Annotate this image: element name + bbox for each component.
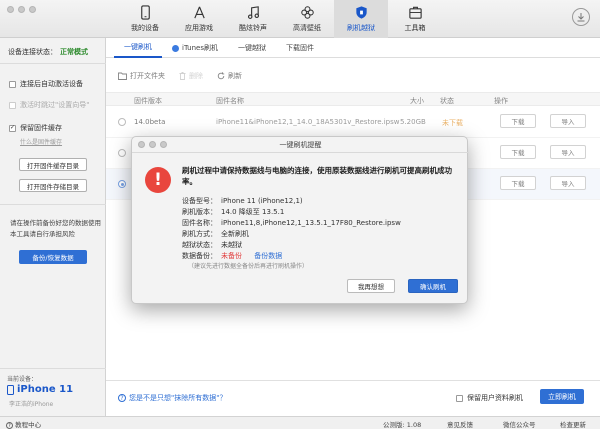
phone-icon [7,384,14,395]
open-cache-dir-button[interactable]: 打开固件缓存目录 [19,158,87,171]
dialog-window-controls [138,141,167,148]
bottom-bar: ? 您是不是只想"抹除所有数据"？ 保留用户资料刷机 立即刷机 [106,380,600,416]
cancel-button[interactable]: 我再想想 [347,279,395,293]
tab-one-click-jailbreak[interactable]: 一键越狱 [228,38,276,58]
close-window-button[interactable] [7,6,14,13]
status-bar: ? 教程中心 公测版: 1.08 意见反馈 微信公众号 检查更新 [0,416,600,429]
top-toolbar: 我的设备 应用游戏 酷炫铃声 高清壁纸 刷机越狱 工具箱 [0,0,600,38]
backup-data-link[interactable]: 备份数据 [254,252,282,260]
zoom-window-button[interactable] [29,6,36,13]
minimize-dialog-button[interactable] [149,141,156,148]
info-flash-mode: 刷机方式： 全新刷机 [182,230,249,238]
info-backup: 数据备份： 未备份 备份数据 [182,252,283,260]
divider [0,368,106,369]
option-auto-activate[interactable]: 连接后自动激活设备 [9,79,83,89]
version-label: 公测版: 1.08 [383,421,422,429]
toolbox-icon [408,6,422,19]
risk-tip: 请在操作前备份好您的数据使用本工具请自行承担风险 [10,219,101,238]
divider [0,63,106,64]
nav-apps[interactable]: 应用游戏 [172,0,226,38]
confirm-flash-button[interactable]: 确认刷机 [408,279,458,293]
nav-ringtones[interactable]: 酷炫铃声 [226,0,280,38]
phone-icon [140,5,150,20]
help-icon: ? [118,394,126,402]
download-icon [577,13,585,22]
close-dialog-button[interactable] [138,141,145,148]
shield-icon [355,6,367,19]
current-device-label: 当前设备： [7,376,38,383]
tab-itunes-flash[interactable]: iTunes刷机 [162,38,228,58]
sidebar: 设备连接状态： 正常模式 连接后自动激活设备 激活时跳过"设置向导" ✓ 保留固件… [0,38,106,416]
info-firmware-name: 固件名称： iPhone11,8,iPhone12,1_13.5.1_17F80_… [182,219,401,227]
nav-flash-jailbreak[interactable]: 刷机越狱 [334,0,388,38]
nav-wallpapers[interactable]: 高清壁纸 [280,0,334,38]
device-owner-name: 李正浩的iPhone [9,401,54,408]
itunes-icon [172,44,179,52]
erase-all-data-link[interactable]: ? 您是不是只想"抹除所有数据"？ [118,393,226,403]
main-nav: 我的设备 应用游戏 酷炫铃声 高清壁纸 刷机越狱 工具箱 [118,0,442,38]
alert-icon: ! [145,167,171,193]
dialog-title-bar: 一键刷机提醒 [132,137,469,153]
nav-toolbox[interactable]: 工具箱 [388,0,442,38]
flower-icon [300,6,314,19]
flash-now-button[interactable]: 立即刷机 [540,389,584,404]
backup-hint: （建议先进行数据全备份后再进行刷机操作） [188,263,309,270]
check-update-link[interactable]: 检查更新 [560,419,586,429]
nav-my-device[interactable]: 我的设备 [118,0,172,38]
checkbox-checked[interactable]: ✓ [9,124,16,132]
current-device: iPhone 11 [7,384,73,395]
flash-confirm-dialog: 一键刷机提醒 ! 刷机过程中请保持数据线与电脑的连接，使用原装数据线进行刷机可提… [131,136,469,304]
download-manager-button[interactable] [572,8,590,26]
checkbox[interactable] [9,80,16,88]
open-store-dir-button[interactable]: 打开固件存储目录 [19,179,87,192]
window-controls [7,6,36,13]
info-flash-version: 刷机版本： 14.0 降级至 13.5.1 [182,208,285,216]
checkbox[interactable] [456,394,463,402]
info-jailbreak: 越狱状态： 未越狱 [182,241,242,249]
music-note-icon [247,6,259,19]
connection-status-value: 正常模式 [60,48,88,56]
backup-restore-button[interactable]: 备份/恢复数据 [19,250,87,264]
cache-help-link[interactable]: 什么是固件缓存 [20,137,62,146]
info-device-model: 设备型号： iPhone 11 (iPhone12,1) [182,197,303,205]
tutorial-center-link[interactable]: ? 教程中心 [6,419,41,429]
option-skip-setup[interactable]: 激活时跳过"设置向导" [9,100,89,110]
divider [0,204,106,205]
connection-status: 设备连接状态： 正常模式 [8,48,88,56]
keep-user-data-option[interactable]: 保留用户资料刷机 [456,393,523,403]
feedback-link[interactable]: 意见反馈 [447,419,473,429]
tab-one-click-flash[interactable]: 一键刷机 [114,38,162,58]
backup-status: 未备份 [221,252,242,260]
checkbox[interactable] [9,101,16,109]
minimize-window-button[interactable] [18,6,25,13]
zoom-dialog-button[interactable] [160,141,167,148]
app-store-icon [193,6,205,19]
wechat-link[interactable]: 微信公众号 [503,419,536,429]
tab-download-firmware[interactable]: 下载固件 [276,38,324,58]
help-icon: ? [6,422,13,429]
option-keep-cache[interactable]: ✓ 保留固件缓存 [9,123,62,133]
dialog-heading: 刷机过程中请保持数据线与电脑的连接，使用原装数据线进行刷机可提高刷机成功率。 [182,166,452,186]
flash-tabs: 一键刷机 iTunes刷机 一键越狱 下载固件 [106,38,600,58]
